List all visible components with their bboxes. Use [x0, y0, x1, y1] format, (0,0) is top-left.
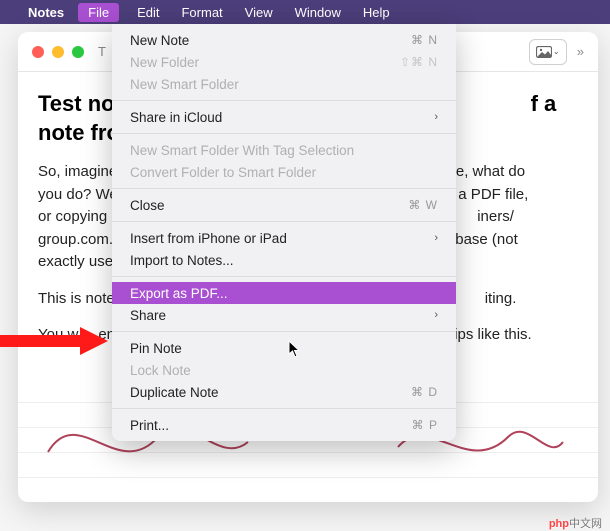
menu-separator: [112, 188, 456, 189]
chevron-down-icon: ⌄: [553, 47, 560, 56]
menu-share[interactable]: Share›: [112, 304, 456, 326]
shortcut: ⌘ N: [411, 33, 438, 47]
zoom-window-button[interactable]: [72, 46, 84, 58]
menu-print[interactable]: Print...⌘ P: [112, 414, 456, 436]
chevron-right-icon: ›: [434, 232, 438, 244]
cursor-icon: [288, 340, 302, 362]
photo-icon: [536, 46, 552, 58]
watermark: php中文网: [549, 515, 602, 531]
menu-import-to-notes[interactable]: Import to Notes...: [112, 249, 456, 271]
menu-share-icloud[interactable]: Share in iCloud›: [112, 106, 456, 128]
menu-convert-folder: Convert Folder to Smart Folder: [112, 161, 456, 183]
menu-new-smart-folder-tag: New Smart Folder With Tag Selection: [112, 139, 456, 161]
menu-duplicate-note[interactable]: Duplicate Note⌘ D: [112, 381, 456, 403]
minimize-window-button[interactable]: [52, 46, 64, 58]
photo-button[interactable]: ⌄: [529, 39, 567, 65]
menu-separator: [112, 221, 456, 222]
traffic-lights: [32, 46, 84, 58]
menu-new-smart-folder: New Smart Folder: [112, 73, 456, 95]
file-menu-dropdown: New Note⌘ N New Folder⇧⌘ N New Smart Fol…: [112, 24, 456, 441]
menu-lock-note: Lock Note: [112, 359, 456, 381]
menu-separator: [112, 133, 456, 134]
menu-new-note[interactable]: New Note⌘ N: [112, 29, 456, 51]
menu-close[interactable]: Close⌘ W: [112, 194, 456, 216]
menubar-item-edit[interactable]: Edit: [133, 3, 163, 22]
menu-export-as-pdf[interactable]: Export as PDF...: [112, 282, 456, 304]
menubar: Notes File Edit Format View Window Help: [0, 0, 610, 24]
menubar-item-window[interactable]: Window: [291, 3, 345, 22]
menu-pin-note[interactable]: Pin Note: [112, 337, 456, 359]
menu-separator: [112, 331, 456, 332]
menu-separator: [112, 276, 456, 277]
window-title: T: [98, 44, 106, 59]
chevron-right-icon: ›: [434, 309, 438, 321]
menu-separator: [112, 408, 456, 409]
menubar-item-help[interactable]: Help: [359, 3, 394, 22]
chevron-right-icon: ›: [434, 111, 438, 123]
red-arrow-annotation: [0, 327, 108, 355]
menubar-item-format[interactable]: Format: [177, 3, 226, 22]
menubar-app-name[interactable]: Notes: [28, 5, 64, 20]
menubar-item-file[interactable]: File: [78, 3, 119, 22]
menu-insert-iphone-ipad[interactable]: Insert from iPhone or iPad›: [112, 227, 456, 249]
close-window-button[interactable]: [32, 46, 44, 58]
more-icon[interactable]: »: [577, 44, 584, 59]
menu-new-folder: New Folder⇧⌘ N: [112, 51, 456, 73]
menubar-item-view[interactable]: View: [241, 3, 277, 22]
menu-separator: [112, 100, 456, 101]
